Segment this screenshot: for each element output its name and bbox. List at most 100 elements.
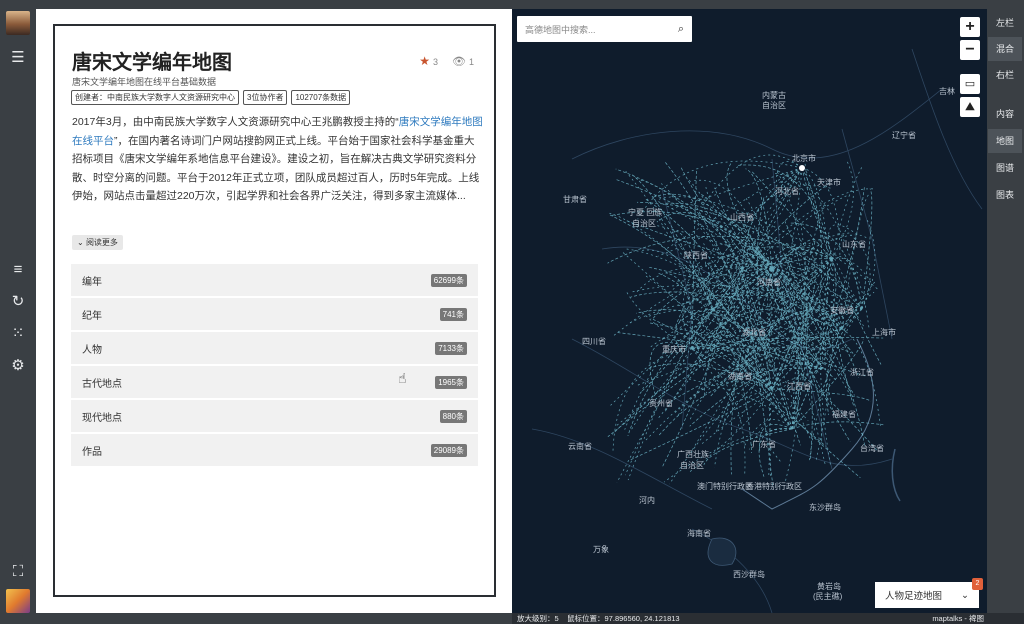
map-label: 吉林 [939,87,955,96]
tab-content[interactable]: 内容 [988,102,1022,126]
zoom-in-button[interactable]: + [960,17,980,37]
tab-chart[interactable]: 图表 [988,183,1022,207]
star-icon: ★ [419,54,430,68]
tab-mixed[interactable]: 混合 [988,37,1022,61]
eye-icon: 👁 [452,55,466,68]
settings-icon[interactable]: ⚙ [9,357,27,375]
map-label: 天津市 [817,178,841,187]
route-line [703,428,793,465]
map-label: 广西壮族 [677,450,709,459]
category-list: 编年 62699条 纪年 741条 人物 7133条 古代地点 1965条 现代地点 88… [71,264,478,468]
map-label: 台湾省 [860,444,884,453]
map-attribution[interactable]: maptalks - 裨图 [932,613,984,624]
route-line [768,388,773,476]
list-item[interactable]: 人物 7133条 [71,332,478,364]
count-badge: 741条 [439,307,467,321]
tab-graph[interactable]: 图谱 [988,156,1022,180]
route-line [758,428,793,477]
zoom-level: 放大级别：5 [517,614,559,623]
info-card: 唐宋文学编年地图 ★ 3 👁 1 唐宋文学编年地图在线平台基础数据 创建者：中南民族… [53,24,496,597]
map-label: 甘肃省 [563,195,587,204]
view-count: 👁 1 [452,55,474,68]
map-search-input[interactable]: 高德地图中搜索... ⌕ [517,16,692,42]
count-badge: 1965条 [435,375,467,389]
map-label: 万象 [593,545,609,554]
collaborators-tag[interactable]: 3位协作者 [243,90,288,105]
tab-left-column[interactable]: 左栏 [988,11,1022,35]
map-label: 宁夏 回族 [628,208,663,217]
ruler-icon[interactable]: ▭ [960,74,980,94]
grid-icon[interactable]: ⁙ [9,325,27,343]
list-item[interactable]: 纪年 741条 [71,298,478,330]
route-line [861,219,876,310]
creator-tag[interactable]: 创建者：中南民族大学数字人文资源研究中心 [71,90,239,105]
menu-icon[interactable]: ☰ [9,49,27,67]
map-label: 重庆市 [662,345,686,354]
route-line [701,154,803,207]
records-tag: 102707条数据 [291,90,351,105]
description: 2017年3月，由中南民族大学数字人文资源研究中心王兆鹏教授主持的“唐宋文学编年… [72,116,483,202]
map-label: 江西省 [787,382,811,391]
map-label: 上海市 [872,328,896,337]
right-tab-rail: 左栏 混合 右栏 内容 地图 图谱 图表 [987,9,1024,613]
count-badge: 29089条 [430,443,467,457]
map-label: (民主礁) [813,592,843,601]
map-label: 自治区 [762,101,786,110]
map-label: 贵州省 [649,399,673,408]
app-logo [6,589,30,613]
map-label: 福建省 [832,410,856,419]
map-label: 山东省 [842,240,866,249]
list-item[interactable]: 编年 62699条 [71,264,478,296]
zoom-out-button[interactable]: − [960,40,980,60]
stats: ★ 3 👁 1 [419,54,474,68]
list-item[interactable]: 现代地点 880条 [71,400,478,432]
route-line [790,310,843,350]
route-line [651,197,773,270]
count-badge: 7133条 [435,341,467,355]
list-icon[interactable]: ≡ [9,261,27,279]
map-label: 西沙群岛 [733,570,765,579]
route-line [808,308,863,462]
history-icon[interactable]: ↻ [9,293,27,311]
map-label: 陕西省 [684,251,708,260]
fullscreen-icon[interactable]: ⛶ [9,563,27,581]
route-line [691,335,787,350]
map-label: 北京市 [792,154,816,163]
route-line [751,338,774,487]
list-item[interactable]: 作品 29089条 [71,434,478,466]
map-label: 河内 [639,496,655,505]
layer-count-badge: 2 [972,578,983,590]
content-panel: 唐宋文学编年地图 ★ 3 👁 1 唐宋文学编年地图在线平台基础数据 创建者：中南民族… [36,9,512,613]
mouse-position: 鼠标位置：97.896560, 24.121813 [567,614,680,623]
map-label: 自治区 [680,461,704,470]
list-item[interactable]: 古代地点 1965条 [71,366,478,398]
map-view[interactable]: 高德地图中搜索... ⌕ + − ▭ ⛰ 内蒙古 自治区 吉林 辽宁省 北京市 … [512,9,987,613]
map-label: 广东省 [752,440,776,449]
map-label: 湖北省 [742,328,766,337]
image-icon[interactable]: ⛰ [960,97,980,117]
avatar[interactable] [6,11,30,35]
map-label: 辽宁省 [892,131,916,140]
map-label: 四川省 [582,337,606,346]
map-label: 东沙群岛 [809,503,841,512]
map-label: 湖南省 [728,372,752,381]
map-label: 河南省 [757,278,781,287]
map-label: 浙江省 [850,368,874,377]
read-more-button[interactable]: ⌄ 阅读更多 [72,235,123,250]
map-label: 海南省 [687,529,711,538]
layer-selector[interactable]: 人物足迹地图 ⌄ [875,582,979,608]
map-label: 河北省 [775,187,799,196]
tab-map[interactable]: 地图 [988,129,1022,153]
left-rail: ☰ ≡ ↻ ⁙ ⚙ ⛶ [0,0,36,624]
route-line [671,231,713,310]
favorite-count[interactable]: ★ 3 [419,54,438,68]
map-label: 山西省 [730,213,754,222]
map-label: 澳门特别行政区 [697,482,753,491]
route-line [607,308,813,438]
search-icon[interactable]: ⌕ [678,23,684,36]
tab-right-column[interactable]: 右栏 [988,63,1022,87]
route-line [771,388,861,478]
status-bar: 放大级别：5 鼠标位置：97.896560, 24.121813 maptalk… [512,613,1024,624]
count-badge: 62699条 [430,273,467,287]
map-canvas [531,48,983,613]
